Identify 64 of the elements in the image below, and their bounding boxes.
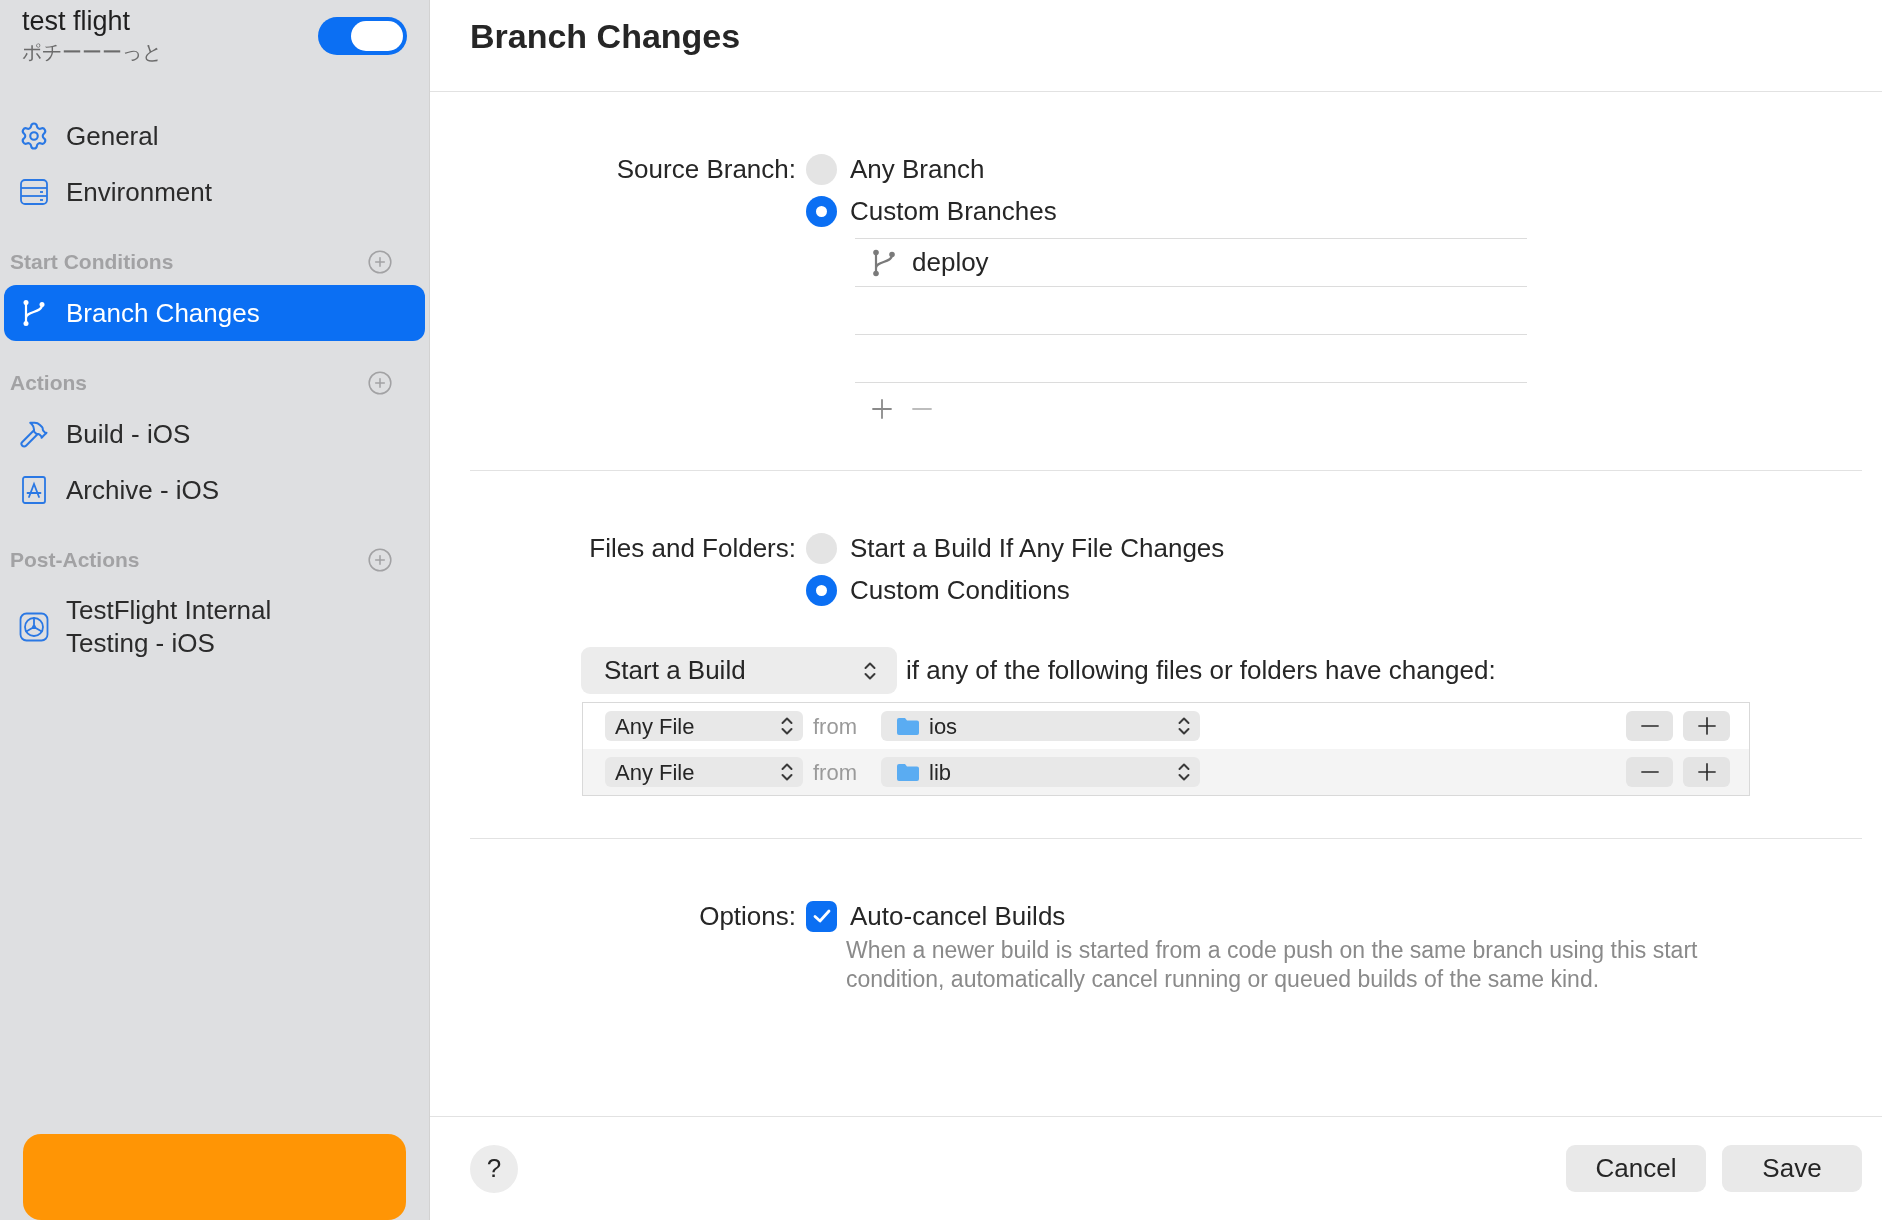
checkbox[interactable]	[806, 900, 837, 932]
option-label: Any Branch	[850, 152, 985, 186]
minus-icon	[1640, 724, 1659, 728]
option-label: Custom Conditions	[850, 573, 1070, 607]
file-type-popup[interactable]: Any File	[605, 757, 803, 787]
chevron-up-down-icon	[781, 717, 793, 735]
storage-icon	[19, 177, 49, 207]
action-popup-button[interactable]: Start a Build	[581, 647, 897, 694]
page-title: Branch Changes	[470, 16, 742, 57]
plus-icon	[1697, 717, 1716, 735]
section-header: Post-Actions	[10, 547, 140, 574]
from-label: from	[813, 712, 858, 741]
add-rule-button[interactable]	[1683, 757, 1730, 787]
condition-text: if any of the following files or folders have changed:	[906, 654, 1496, 687]
minus-icon	[912, 407, 932, 411]
app-document-icon	[19, 475, 49, 505]
from-label: from	[813, 758, 858, 787]
sidebar-item[interactable]: Archive - iOS	[4, 462, 425, 518]
radio-button[interactable]	[806, 574, 837, 606]
file-type-popup[interactable]: Any File	[605, 711, 803, 741]
branch-icon	[871, 247, 897, 278]
toggle-switch[interactable]	[318, 17, 407, 55]
add-rule-button[interactable]	[1683, 711, 1730, 741]
plus-icon	[1697, 763, 1716, 781]
plus-icon	[872, 399, 892, 419]
remove-rule-button[interactable]	[1626, 757, 1673, 787]
branch-name: deploy	[912, 246, 989, 279]
field-label: Files and Folders:	[589, 533, 796, 563]
workflow-title: test flight	[22, 5, 132, 38]
sidebar-item[interactable]: TestFlight Internal Testing - iOS	[4, 583, 425, 671]
sidebar-item[interactable]: General	[4, 108, 425, 164]
sidebar-item[interactable]: Environment	[4, 164, 425, 220]
option-label: Custom Branches	[850, 194, 1057, 228]
option-description: When a newer build is started from a code push on the same branch using this start condition, automatically cancel running or queued builds of the same kind.	[846, 936, 1699, 994]
remove-rule-button[interactable]	[1626, 711, 1673, 741]
section-header: Start Conditions	[10, 249, 174, 276]
radio-button[interactable]	[806, 153, 837, 185]
hammer-icon	[19, 419, 49, 449]
sidebar-item[interactable]: Build - iOS	[4, 406, 425, 462]
field-label: Options:	[699, 901, 796, 931]
propeller-icon	[19, 612, 49, 642]
radio-button[interactable]	[806, 195, 837, 227]
footer-button[interactable]: Cancel	[1566, 1145, 1706, 1192]
chevron-up-down-icon	[864, 661, 876, 680]
checkbox-label: Auto-cancel Builds	[850, 899, 1066, 933]
chevron-up-down-icon	[1178, 763, 1190, 781]
section-header: Actions	[10, 370, 87, 397]
folder-icon	[897, 717, 919, 735]
chevron-up-down-icon	[781, 763, 793, 781]
workflow-subtitle: ポチーーーっと	[22, 40, 162, 65]
minus-icon	[1640, 770, 1659, 774]
add-branch-button[interactable]	[871, 398, 893, 420]
field-label: Source Branch:	[616, 154, 796, 184]
footer-button[interactable]: Save	[1722, 1145, 1862, 1192]
chevron-up-down-icon	[1178, 717, 1190, 735]
folder-popup[interactable]: lib	[881, 757, 1200, 787]
help-button[interactable]: ?	[470, 1144, 518, 1193]
folder-icon	[897, 763, 919, 781]
radio-button[interactable]	[806, 532, 837, 564]
sidebar-item[interactable]: Branch Changes	[4, 285, 425, 341]
folder-popup[interactable]: ios	[881, 711, 1200, 741]
check-icon	[812, 909, 831, 923]
option-label: Start a Build If Any File Changes	[850, 531, 1225, 565]
gear-icon	[19, 121, 49, 151]
